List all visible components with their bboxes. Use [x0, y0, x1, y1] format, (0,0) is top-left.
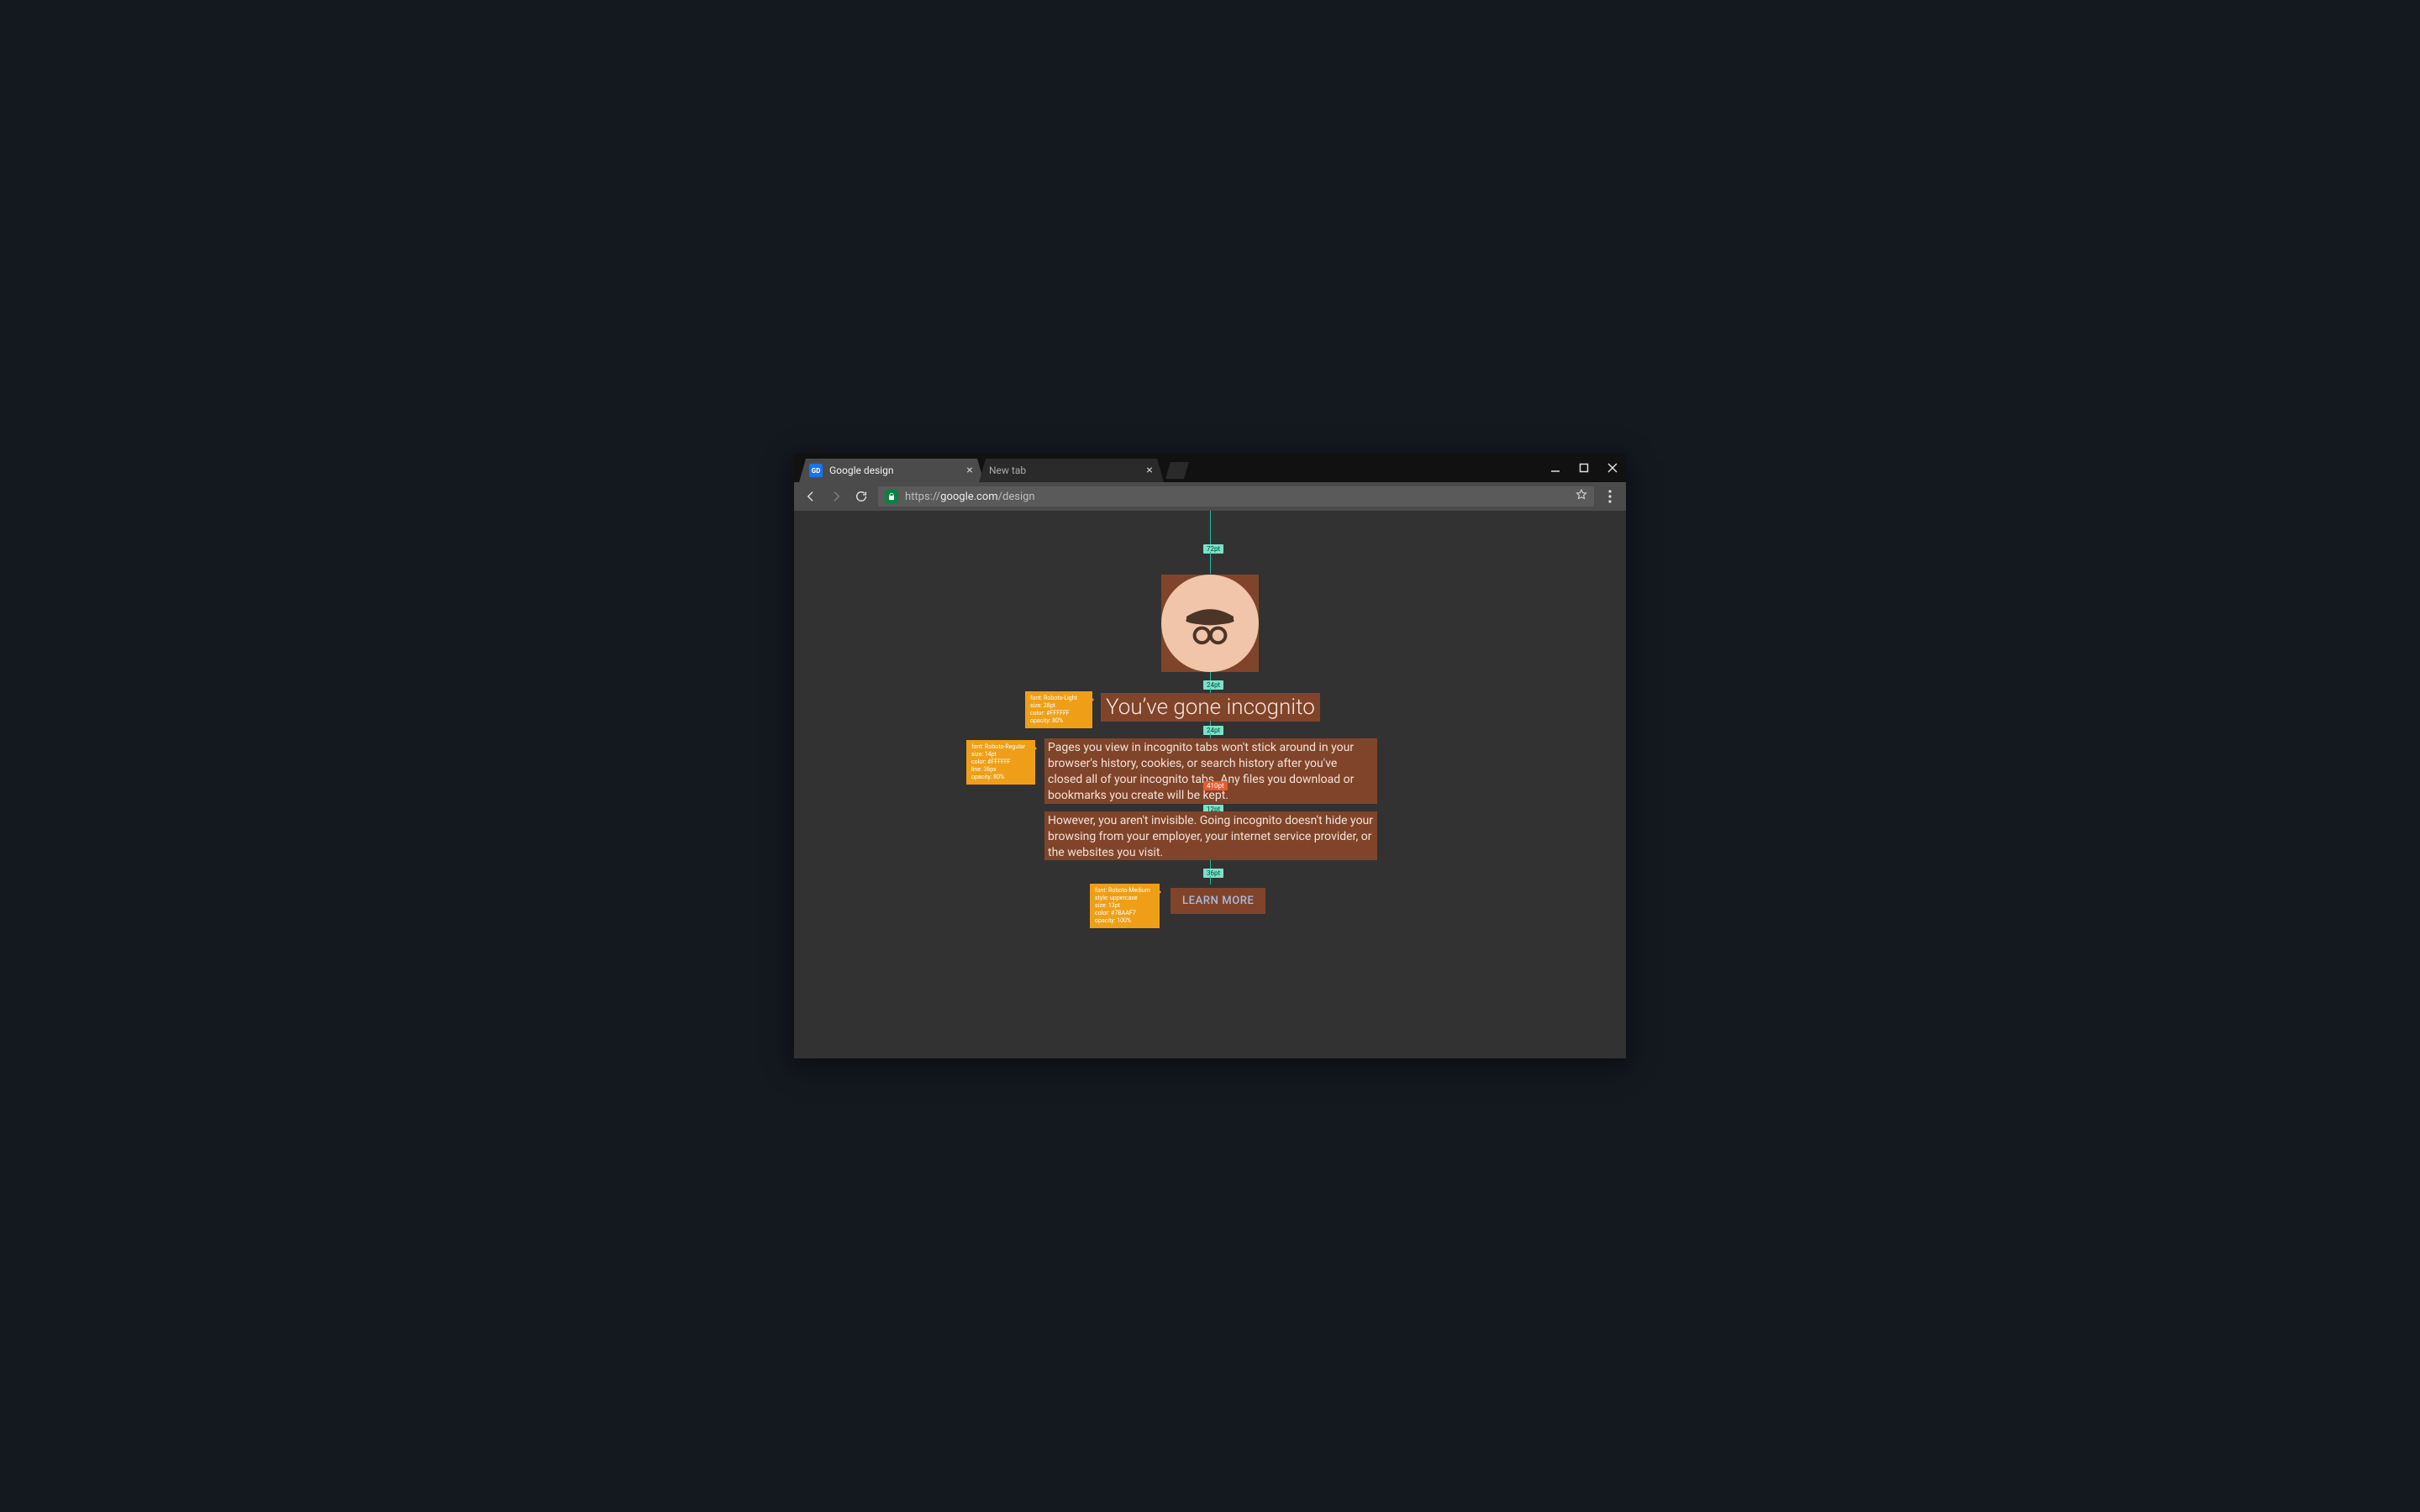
lock-icon — [885, 490, 898, 503]
spec-line: font: Roboto-Medium — [1095, 887, 1155, 895]
spec-annotation-button: font: Roboto-Medium style: uppercase siz… — [1090, 884, 1160, 928]
tab-title: New tab — [989, 465, 1137, 476]
spec-line: color: #FFFFFF — [1030, 710, 1087, 717]
close-tab-icon[interactable]: × — [1144, 465, 1155, 476]
width-annotation: 410pt — [1203, 781, 1228, 790]
spec-line: style: uppercase — [1095, 895, 1155, 902]
tab-title: Google design — [829, 465, 957, 476]
spec-guideline — [1210, 552, 1211, 574]
page-heading: You’ve gone incognito — [1101, 693, 1320, 722]
close-window-icon[interactable] — [1604, 463, 1621, 473]
spec-guideline — [1210, 511, 1211, 546]
spec-line: opacity: 100% — [1095, 917, 1155, 925]
body-paragraph-1: Pages you view in incognito tabs won't s… — [1044, 738, 1377, 804]
spec-line: opacity: 80% — [971, 774, 1030, 781]
tab-new-tab[interactable]: New tab × — [979, 459, 1164, 482]
spec-line: size: 13pt — [1095, 902, 1155, 910]
favicon-google-design: GD — [809, 464, 823, 477]
spec-line: color: #7BAAF7 — [1095, 910, 1155, 917]
bookmark-star-icon[interactable] — [1576, 489, 1587, 504]
spec-guideline — [1210, 672, 1211, 680]
spacing-annotation: 24pt — [1203, 680, 1223, 690]
spacing-annotation: 72pt — [1203, 544, 1223, 554]
url-scheme: https:// — [905, 491, 940, 503]
browser-window: GD Google design × New tab × — [794, 454, 1626, 1058]
body-paragraph-2: However, you aren't invisible. Going inc… — [1044, 811, 1377, 860]
spec-annotation-heading: font: Roboto-Light size: 28pt color: #FF… — [1025, 691, 1092, 728]
url-text: https://google.com/design — [905, 491, 1035, 503]
spec-line: size: 14pt — [971, 751, 1030, 759]
learn-more-button[interactable]: Learn More — [1171, 888, 1265, 914]
address-bar[interactable]: https://google.com/design — [878, 486, 1594, 507]
reload-icon[interactable] — [853, 488, 870, 505]
window-controls — [1547, 454, 1621, 482]
spec-guideline — [1210, 876, 1211, 885]
close-tab-icon[interactable]: × — [964, 465, 976, 476]
url-host: google.com — [940, 491, 998, 503]
new-tab-button[interactable] — [1165, 462, 1189, 479]
maximize-icon[interactable] — [1576, 463, 1592, 473]
back-icon[interactable] — [802, 488, 819, 505]
spec-line: font: Roboto-Regular — [971, 743, 1030, 751]
spec-line: font: Roboto-Light — [1030, 695, 1087, 702]
menu-icon[interactable] — [1602, 490, 1618, 503]
spacing-annotation: 24pt — [1203, 726, 1223, 735]
tab-google-design[interactable]: GD Google design × — [799, 459, 984, 482]
tab-strip: GD Google design × New tab × — [794, 454, 1626, 482]
url-path: /design — [998, 491, 1035, 503]
spec-annotation-body: font: Roboto-Regular size: 14pt color: #… — [966, 740, 1035, 785]
incognito-icon — [1161, 575, 1259, 672]
minimize-icon[interactable] — [1547, 463, 1564, 473]
page-content: 72pt 24pt font: Roboto-Light size: 28pt … — [794, 511, 1626, 1058]
spacing-annotation: 36pt — [1203, 869, 1223, 878]
spec-line: opacity: 80% — [1030, 717, 1087, 725]
spec-line: size: 28pt — [1030, 702, 1087, 710]
spec-line: line: 36px — [971, 766, 1030, 774]
spec-line: color: #FFFFFF — [971, 759, 1030, 766]
spec-guideline — [1210, 860, 1211, 869]
forward-icon[interactable] — [828, 488, 844, 505]
toolbar: https://google.com/design — [794, 482, 1626, 511]
